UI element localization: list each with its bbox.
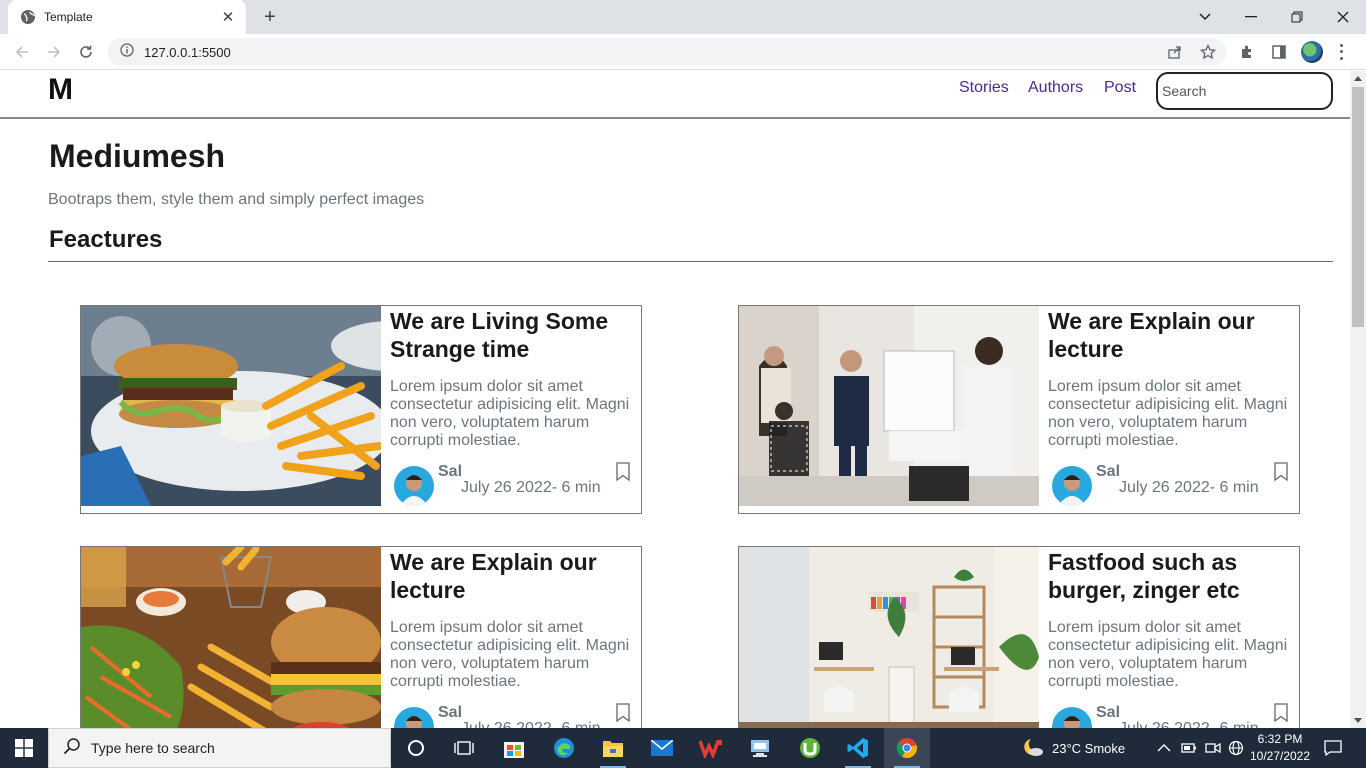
card-title[interactable]: We are Explain our lecture [390, 548, 635, 604]
page-lead: Bootraps them, style them and simply per… [48, 191, 425, 208]
author-avatar [394, 707, 434, 728]
card-author[interactable]: Sal [1096, 463, 1120, 481]
nav-link-stories[interactable]: Stories [959, 79, 1009, 97]
task-view-icon[interactable] [441, 728, 487, 768]
taskbar-search-box[interactable]: Type here to search [48, 728, 391, 768]
author-avatar [1052, 466, 1092, 506]
card-image-office-whiteboard [739, 306, 1039, 506]
restore-button[interactable] [1274, 0, 1320, 34]
card-text: Lorem ipsum dolor sit amet consectetur a… [390, 619, 630, 690]
extensions-puzzle-icon[interactable] [1237, 42, 1257, 62]
article-card[interactable]: We are Explain our lecture Lorem ipsum d… [738, 305, 1300, 514]
notifications-icon[interactable] [1324, 728, 1342, 768]
chrome-taskbar-icon[interactable] [884, 728, 930, 768]
card-image-burger-fries [81, 306, 381, 506]
show-hidden-icons-chevron-icon[interactable] [1157, 728, 1171, 768]
forward-arrow-icon[interactable] [42, 40, 66, 64]
microsoft-store-icon[interactable] [491, 728, 537, 768]
taskbar-clock[interactable]: 6:32 PM 10/27/2022 [1248, 731, 1312, 765]
bookmark-icon[interactable] [615, 462, 631, 482]
card-title[interactable]: We are Living Some Strange time [390, 307, 635, 363]
windows-start-icon[interactable] [0, 728, 48, 768]
url-text: 127.0.0.1:5500 [144, 44, 231, 60]
edge-browser-icon[interactable] [541, 728, 587, 768]
bookmark-icon[interactable] [615, 703, 631, 723]
scrollbar-thumb[interactable] [1352, 87, 1364, 327]
card-text: Lorem ipsum dolor sit amet consectetur a… [390, 378, 630, 449]
wps-office-icon[interactable] [688, 728, 734, 768]
section-title: Feactures [49, 226, 163, 253]
clock-date: 10/27/2022 [1249, 749, 1311, 763]
site-info-icon[interactable] [120, 42, 134, 62]
cortana-icon[interactable] [393, 728, 439, 768]
close-window-button[interactable] [1320, 0, 1366, 34]
battery-icon[interactable] [1181, 728, 1197, 768]
chrome-menu-icon[interactable] [1336, 42, 1346, 62]
article-card[interactable]: We are Living Some Strange time Lorem ip… [80, 305, 642, 514]
remote-desktop-icon[interactable] [737, 728, 783, 768]
card-image-burger-salad [81, 547, 381, 728]
card-meta: July 26 2022- 6 min [1119, 479, 1259, 496]
scroll-up-arrow-icon[interactable] [1354, 76, 1362, 81]
network-globe-icon[interactable] [1228, 728, 1244, 768]
card-title[interactable]: We are Explain our lecture [1048, 307, 1293, 363]
weather-text: 23°C Smoke [1052, 740, 1126, 756]
minimize-button[interactable] [1228, 0, 1274, 34]
web-page: M Stories Authors Post Mediumesh Bootrap… [0, 71, 1350, 728]
file-explorer-icon[interactable] [590, 728, 636, 768]
tab-title: Template [44, 10, 93, 24]
site-brand[interactable]: M [48, 73, 73, 107]
new-tab-button[interactable]: + [258, 5, 282, 29]
article-card[interactable]: Fastfood such as burger, zinger etc Lore… [738, 546, 1300, 728]
mail-icon[interactable] [639, 728, 685, 768]
scroll-down-arrow-icon[interactable] [1354, 718, 1362, 723]
profile-avatar[interactable] [1301, 41, 1323, 63]
reload-icon[interactable] [74, 40, 98, 64]
bookmark-star-icon[interactable] [1198, 42, 1218, 62]
card-author[interactable]: Sal [1096, 704, 1120, 722]
search-icon [63, 737, 81, 760]
share-icon[interactable] [1165, 42, 1185, 62]
card-title[interactable]: Fastfood such as burger, zinger etc [1048, 548, 1293, 604]
nav-link-authors[interactable]: Authors [1028, 79, 1083, 97]
author-avatar [1052, 707, 1092, 728]
card-meta: July 26 2022- 6 min [461, 479, 601, 496]
card-author[interactable]: Sal [438, 704, 462, 722]
card-text: Lorem ipsum dolor sit amet consectetur a… [1048, 619, 1288, 690]
moon-cloud-icon [1022, 737, 1044, 760]
card-text: Lorem ipsum dolor sit amet consectetur a… [1048, 378, 1288, 449]
globe-icon [20, 9, 36, 25]
site-search-input[interactable] [1156, 72, 1333, 110]
author-avatar [394, 466, 434, 506]
site-navbar: M Stories Authors Post [0, 71, 1350, 119]
address-bar[interactable]: 127.0.0.1:5500 [108, 38, 1226, 66]
back-arrow-icon[interactable] [10, 40, 34, 64]
bookmark-icon[interactable] [1273, 462, 1289, 482]
side-panel-icon[interactable] [1269, 42, 1289, 62]
browser-tabstrip: Template ✕ + [0, 0, 1366, 34]
meet-now-icon[interactable] [1205, 728, 1221, 768]
card-author[interactable]: Sal [438, 463, 462, 481]
browser-toolbar: 127.0.0.1:5500 [0, 34, 1366, 70]
browser-tab[interactable]: Template ✕ [8, 0, 246, 34]
vscode-icon[interactable] [835, 728, 881, 768]
card-meta: July 26 2022- 6 min [1119, 720, 1259, 728]
taskbar-search-text: Type here to search [91, 740, 215, 756]
page-scrollbar[interactable] [1350, 71, 1366, 728]
card-meta: July 26 2022- 6 min [461, 720, 601, 728]
close-tab-icon[interactable]: ✕ [220, 8, 236, 26]
page-title: Mediumesh [49, 138, 226, 174]
bookmark-icon[interactable] [1273, 703, 1289, 723]
card-image-home-office [739, 547, 1039, 728]
article-card[interactable]: We are Explain our lecture Lorem ipsum d… [80, 546, 642, 728]
clock-time: 6:32 PM [1257, 732, 1303, 746]
nav-link-post[interactable]: Post [1104, 79, 1136, 97]
weather-widget[interactable]: 23°C Smoke [1022, 728, 1125, 768]
tab-search-chevron-icon[interactable] [1182, 0, 1228, 34]
utorrent-icon[interactable] [787, 728, 833, 768]
section-divider [48, 261, 1333, 262]
windows-taskbar: Type here to search 23°C Smoke 6:32 PM 1… [0, 728, 1366, 768]
